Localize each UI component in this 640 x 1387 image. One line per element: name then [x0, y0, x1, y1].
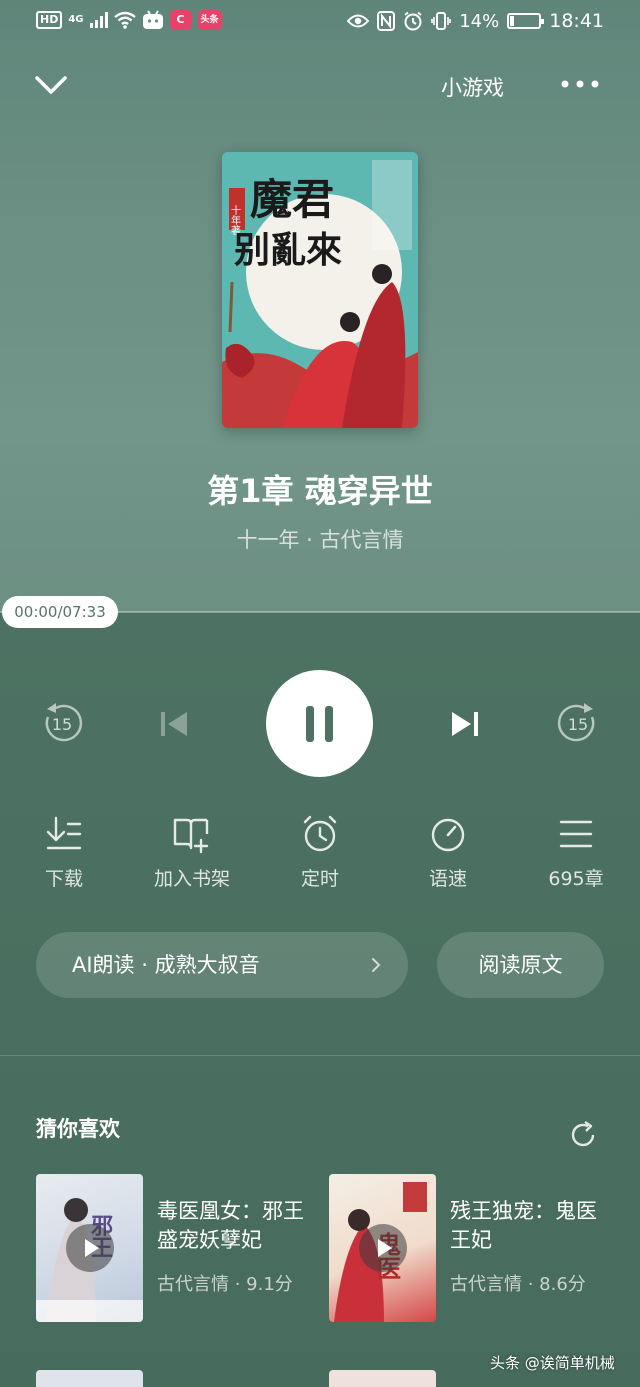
- speed-label: 语速: [428, 868, 467, 890]
- ai-voice-label: AI朗读 · 成熟大叔音: [72, 953, 260, 977]
- chapter-title: 第1章 魂穿异世: [207, 472, 433, 510]
- cover-illustration: 十年著 魔君 别亂來: [222, 152, 418, 428]
- vibrate-icon: [431, 12, 452, 30]
- download-icon: [46, 816, 82, 850]
- play-icon: [66, 1224, 114, 1272]
- add-bookshelf-label: 加入书架: [153, 868, 230, 890]
- bilibili-app-icon: [142, 10, 163, 29]
- battery-icon: [507, 13, 545, 29]
- rec-title-2[interactable]: 残王独宠：鬼医王妃: [450, 1197, 610, 1255]
- signal-icon: [89, 12, 108, 28]
- chapter-list-icon: [559, 820, 593, 848]
- mini-games-link[interactable]: 小游戏: [441, 72, 504, 102]
- rec-cover-3-partial[interactable]: [36, 1370, 143, 1387]
- alarm-status-icon: [404, 11, 422, 31]
- sleep-timer-button[interactable]: 定时: [265, 814, 375, 891]
- app-notification-icon: C: [169, 10, 192, 30]
- wifi-icon: [113, 11, 136, 29]
- collapse-chevron-down-icon[interactable]: [34, 68, 68, 102]
- rec-cover-1[interactable]: 邪王: [36, 1174, 143, 1322]
- add-bookshelf-button[interactable]: 加入书架: [137, 814, 247, 891]
- recommendations-heading: 猜你喜欢: [36, 1117, 120, 1141]
- forward-seconds-label: 15: [568, 715, 588, 734]
- battery-percent: 14%: [459, 10, 500, 32]
- play-icon: [359, 1224, 407, 1272]
- toutiao-notification-icon: 头条: [197, 10, 222, 30]
- book-cover: 十年著 魔君 别亂來: [222, 152, 418, 428]
- rec-cover-4-partial[interactable]: [329, 1370, 436, 1387]
- add-bookshelf-icon: [173, 818, 209, 854]
- clock: 18:41: [549, 10, 604, 32]
- alarm-clock-icon: [303, 815, 337, 852]
- rec-meta-1: 古代言情 · 9.1分: [157, 1274, 293, 1295]
- previous-chapter-icon[interactable]: [158, 708, 190, 740]
- refresh-icon[interactable]: [568, 1120, 598, 1150]
- nfc-icon: [377, 11, 396, 31]
- read-original-button[interactable]: 阅读原文: [437, 932, 604, 998]
- rec-meta-2: 古代言情 · 8.6分: [450, 1274, 586, 1295]
- book-meta: 十一年 · 古代言情: [236, 528, 404, 552]
- next-chapter-icon[interactable]: [449, 708, 481, 740]
- rewind-seconds-label: 15: [52, 715, 72, 734]
- rec-cover-2[interactable]: 鬼医: [329, 1174, 436, 1322]
- rec-title-1[interactable]: 毒医凰女：邪王盛宠妖孽妃: [157, 1197, 317, 1255]
- sleep-timer-label: 定时: [300, 868, 339, 890]
- download-label: 下载: [44, 868, 83, 890]
- progress-time-thumb[interactable]: 00:00/07:33: [2, 596, 118, 628]
- chapter-list-button[interactable]: 695章: [521, 814, 631, 891]
- eye-icon: [347, 14, 370, 28]
- speed-icon: [431, 818, 465, 852]
- download-button[interactable]: 下载: [9, 814, 119, 891]
- pause-icon-bar: [325, 706, 333, 742]
- cover-title-line2: 别亂來: [234, 229, 342, 271]
- hd-indicator: HD: [36, 11, 63, 29]
- rewind-15-icon[interactable]: 15: [40, 701, 84, 745]
- forward-15-icon[interactable]: 15: [556, 701, 600, 745]
- network-type: 4G: [68, 14, 84, 25]
- watermark: 头条 @诶简单机械: [490, 1354, 615, 1372]
- ai-voice-selector[interactable]: AI朗读 · 成熟大叔音: [36, 932, 408, 998]
- status-bar: HD 4G C 头条 14% 18:41: [0, 0, 640, 44]
- pause-button[interactable]: [266, 670, 373, 777]
- cover-title-line1: 魔君: [250, 175, 334, 224]
- pause-icon: [306, 706, 314, 742]
- more-options-icon[interactable]: [560, 76, 600, 92]
- chapter-count-label: 695章: [548, 868, 604, 890]
- speed-button[interactable]: 语速: [393, 814, 503, 891]
- chevron-right-icon: [372, 958, 381, 972]
- section-divider: [0, 1055, 640, 1056]
